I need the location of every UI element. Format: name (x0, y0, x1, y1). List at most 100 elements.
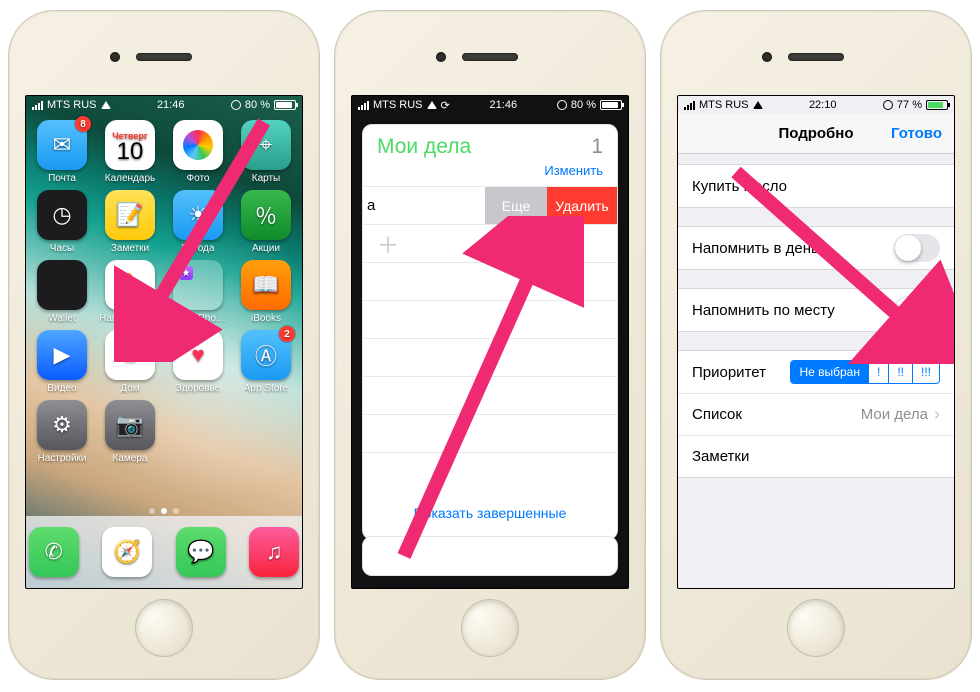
clock-label: 21:46 (490, 99, 518, 111)
app-stocks[interactable]: ％Акции (238, 190, 294, 254)
list-value: Мои дела (861, 406, 928, 423)
app-appstore[interactable]: Ⓐ2App Store (238, 330, 294, 394)
dock: ✆ 🧭 💬 ♫ (26, 516, 302, 588)
remind-day-toggle[interactable] (894, 234, 940, 262)
priority-med[interactable]: !! (888, 361, 912, 383)
priority-low[interactable]: ! (868, 361, 888, 383)
notes-icon: 📝 (105, 190, 155, 240)
remind-place-toggle[interactable] (894, 296, 940, 324)
notes-cell[interactable]: Заметки (678, 435, 954, 477)
plus-icon: ＋ (377, 228, 399, 260)
phone-icon: ✆ (29, 527, 79, 577)
messages-icon: 💬 (176, 527, 226, 577)
section-title: Купить масло (678, 164, 954, 208)
app-ibooks[interactable]: 📖iBooks (238, 260, 294, 324)
clock-icon: ◷ (37, 190, 87, 240)
list-title: Мои дела (377, 135, 471, 159)
reminders-icon (105, 260, 155, 310)
priority-high[interactable]: !!! (912, 361, 939, 383)
photos-icon (183, 130, 213, 160)
app-grid: ✉︎8Почта Четверг10Календарь Фото ⌖Карты … (26, 114, 302, 464)
swipe-delete-button[interactable]: Удалить (547, 187, 617, 224)
battery-icon (274, 100, 296, 110)
videos-icon: ▶ (37, 330, 87, 380)
reminder-row-add[interactable]: ＋ (363, 224, 617, 262)
app-photos[interactable]: Фото (170, 120, 226, 184)
app-calendar[interactable]: Четверг10Календарь (102, 120, 158, 184)
signal-bars-icon (32, 100, 43, 110)
app-health[interactable]: ♥︎Здоровье (170, 330, 226, 394)
priority-segmented-control[interactable]: Не выбран ! !! !!! (790, 360, 940, 384)
show-completed-button[interactable]: Показать завершенные (363, 491, 617, 535)
orientation-lock-icon (883, 100, 893, 110)
clock-label: 22:10 (809, 99, 837, 111)
app-wallet[interactable]: Wallet (34, 260, 90, 324)
dock-safari[interactable]: 🧭 (100, 527, 156, 577)
chevron-right-icon: › (934, 404, 940, 425)
reminder-row-empty (363, 452, 617, 490)
phone-home-screen: MTS RUS 21:46 80 % ✉︎8Почта Четверг10Кал… (8, 10, 320, 680)
maps-icon: ⌖ (241, 120, 291, 170)
app-settings[interactable]: ⚙︎Настройки (34, 400, 90, 464)
screen-reminders: MTS RUS ⟳ 21:46 80 % Мои дела 1 Изменить… (351, 95, 629, 589)
app-camera[interactable]: 📷Камера (102, 400, 158, 464)
remind-at-location-cell: Напомнить по месту (678, 289, 954, 331)
phone-reminders-list: MTS RUS ⟳ 21:46 80 % Мои дела 1 Изменить… (334, 10, 646, 680)
screen-detail: MTS RUS 22:10 77 % Подробно Готово Купит… (677, 95, 955, 589)
reminder-row-empty (363, 376, 617, 414)
app-videos[interactable]: ▶Видео (34, 330, 90, 394)
carrier-label: MTS RUS (699, 99, 749, 111)
nav-bar: Подробно Готово (678, 114, 954, 154)
carrier-label: MTS RUS (47, 99, 97, 111)
reminder-row-empty (363, 414, 617, 452)
signal-bars-icon (684, 100, 695, 110)
reminders-card: Мои дела 1 Изменить а Еще Удалить ＋ Пока… (362, 124, 618, 540)
app-clock[interactable]: ◷Часы (34, 190, 90, 254)
app-weather[interactable]: ☀︎Погода (170, 190, 226, 254)
activity-icon: ⟳ (441, 99, 450, 112)
reminder-text: а (367, 197, 375, 214)
priority-none[interactable]: Не выбран (791, 361, 868, 383)
phone-reminder-detail: MTS RUS 22:10 77 % Подробно Готово Купит… (660, 10, 972, 680)
app-reminders[interactable]: Напоминания (102, 260, 158, 324)
swipe-more-button[interactable]: Еще (485, 187, 547, 224)
reminder-row-swiped[interactable]: а Еще Удалить (363, 186, 617, 224)
app-mail[interactable]: ✉︎8Почта (34, 120, 90, 184)
list-cell[interactable]: Список Мои дела› (678, 393, 954, 435)
dock-messages[interactable]: 💬 (173, 527, 229, 577)
reminders-card-collapsed[interactable] (362, 536, 618, 576)
app-home[interactable]: ⌂Дом (102, 330, 158, 394)
edit-button[interactable]: Изменить (363, 163, 617, 186)
battery-pct: 80 % (245, 99, 270, 111)
wifi-icon (753, 101, 763, 109)
orientation-lock-icon (231, 100, 241, 110)
dock-phone[interactable]: ✆ (26, 527, 82, 577)
screen-home: MTS RUS 21:46 80 % ✉︎8Почта Четверг10Кал… (25, 95, 303, 589)
app-folder[interactable]: ★Apple-iPhon… (170, 260, 226, 324)
app-maps[interactable]: ⌖Карты (238, 120, 294, 184)
dock-music[interactable]: ♫ (247, 527, 303, 577)
signal-bars-icon (358, 100, 369, 110)
gear-icon: ⚙︎ (37, 400, 87, 450)
reminder-row-empty (363, 338, 617, 376)
reminder-title-field[interactable]: Купить масло (678, 165, 954, 207)
status-bar: MTS RUS 22:10 77 % (678, 96, 954, 114)
section-remind-day: Напомнить в день (678, 226, 954, 270)
ibooks-icon: 📖 (241, 260, 291, 310)
appstore-icon: Ⓐ2 (241, 330, 291, 380)
folder-icon: ★ (173, 260, 223, 310)
status-bar: MTS RUS 21:46 80 % (26, 96, 302, 114)
wifi-icon (101, 101, 111, 109)
app-notes[interactable]: 📝Заметки (102, 190, 158, 254)
priority-cell: Приоритет Не выбран ! !! !!! (678, 351, 954, 393)
battery-icon (600, 100, 622, 110)
health-icon: ♥︎ (173, 330, 223, 380)
done-button[interactable]: Готово (891, 125, 942, 142)
carrier-label: MTS RUS (373, 99, 423, 111)
orientation-lock-icon (557, 100, 567, 110)
camera-icon: 📷 (105, 400, 155, 450)
page-indicator (26, 508, 302, 514)
clock-label: 21:46 (157, 99, 185, 111)
battery-pct: 80 % (571, 99, 596, 111)
badge-appstore: 2 (279, 326, 295, 342)
